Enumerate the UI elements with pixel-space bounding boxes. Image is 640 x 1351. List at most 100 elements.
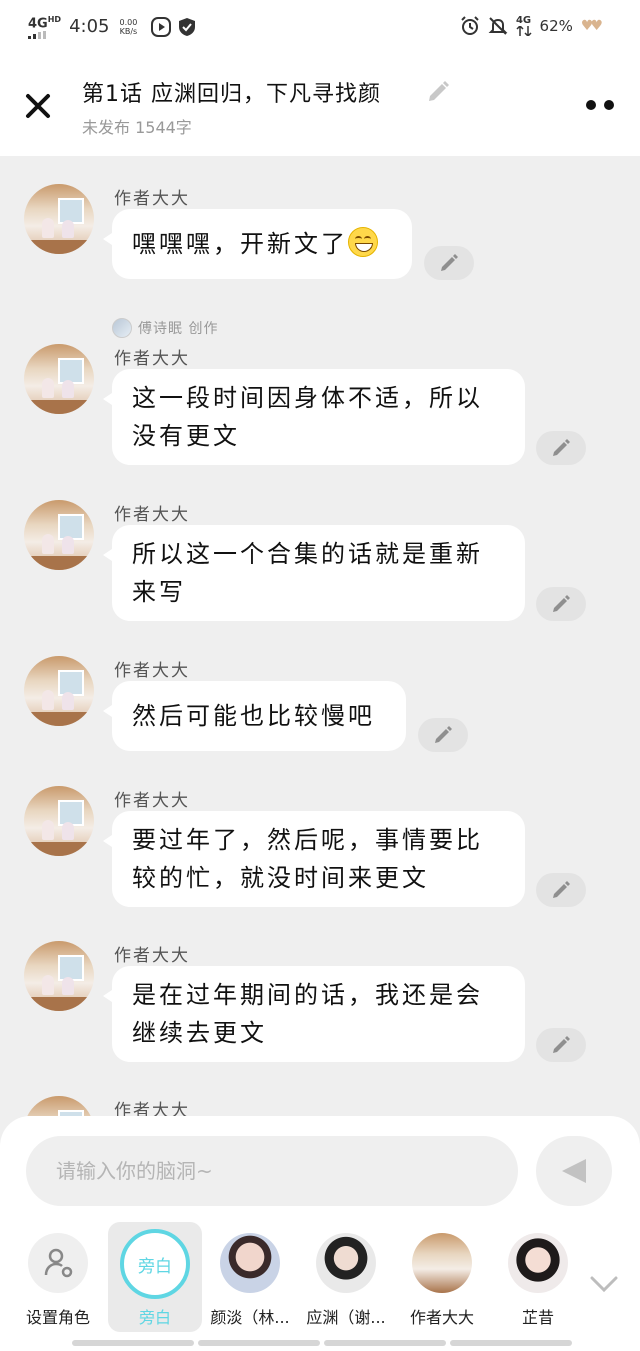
person-settings-icon — [28, 1233, 88, 1293]
pencil-icon — [441, 254, 458, 271]
pencil-icon — [553, 595, 570, 612]
role-set-character[interactable]: 设置角色 — [12, 1222, 104, 1332]
author-avatar[interactable] — [24, 184, 94, 254]
network-speed: 0.00 KB/s — [119, 18, 137, 36]
network-hd: HD — [47, 15, 62, 24]
pencil-icon[interactable] — [426, 80, 450, 104]
message-text: 是在过年期间的话，我还是会继续去更文 — [132, 981, 483, 1047]
header: 第1话 应渊回归，下凡寻找颜 未发布 1544字 — [0, 56, 640, 156]
author-avatar[interactable] — [24, 786, 94, 856]
chat-message: 作者大大 然后可能也比较慢吧 — [0, 656, 640, 756]
author-name: 作者大大 — [114, 661, 190, 681]
role-label: 作者大大 — [409, 1308, 474, 1327]
author-avatar[interactable] — [24, 941, 94, 1011]
edit-message-button[interactable] — [536, 431, 586, 465]
role-avatar — [412, 1233, 472, 1293]
network-type: 4G — [28, 16, 48, 32]
message-bubble[interactable]: 这一段时间因身体不适，所以没有更文 — [103, 369, 525, 465]
author-avatar[interactable] — [24, 500, 94, 570]
role-yandan[interactable]: 颜淡（林... — [204, 1222, 296, 1332]
message-bubble[interactable]: 要过年了，然后呢，事情要比较的忙，就没时间来更文 — [103, 811, 525, 907]
role-label: 旁白 — [138, 1308, 171, 1327]
role-avatar — [220, 1233, 280, 1293]
role-avatar — [508, 1233, 568, 1293]
word-count: 未发布 1544字 — [82, 118, 192, 137]
message-text: 嘿嘿嘿，开新文了 — [132, 230, 348, 258]
mute-bell-icon — [488, 17, 507, 35]
role-avatar — [316, 1233, 376, 1293]
message-text: 所以这一个合集的话就是重新来写 — [132, 540, 483, 606]
edit-message-button[interactable] — [424, 246, 474, 280]
more-icon[interactable] — [586, 100, 616, 112]
author-avatar[interactable] — [24, 344, 94, 414]
battery-percent: 62% — [539, 17, 573, 35]
author-name: 作者大大 — [114, 505, 190, 525]
narration-avatar: 旁白 — [120, 1229, 190, 1299]
role-scroll-indicator — [72, 1340, 572, 1346]
author-name: 作者大大 — [114, 349, 190, 369]
chevron-down-icon[interactable] — [590, 1274, 618, 1294]
message-bubble[interactable]: 嘿嘿嘿，开新文了 — [103, 209, 412, 279]
status-bar: 4GHD 4:05 0.00 KB/s 4G 62% ♥♥ — [0, 0, 640, 56]
author-avatar[interactable] — [24, 1096, 94, 1116]
narration-avatar-text: 旁白 — [138, 1256, 172, 1277]
message-text: 然后可能也比较慢吧 — [132, 702, 375, 730]
speed-value: 0.00 — [119, 17, 138, 27]
chat-message: 作者大大 所以这一个合集的话就是重新来写 — [0, 500, 640, 630]
role-label: 设置角色 — [25, 1308, 90, 1327]
grin-emoji — [348, 227, 378, 257]
composer-input[interactable] — [26, 1136, 518, 1206]
role-label: 应渊（谢... — [306, 1308, 386, 1327]
signal-icon: 4G — [516, 16, 532, 36]
author-name: 作者大大 — [114, 189, 190, 209]
role-selector: 设置角色 旁白 旁白 颜淡（林... 应渊（谢... 作者大大 芷昔 — [0, 1222, 640, 1332]
page-title[interactable]: 第1话 应渊回归，下凡寻找颜 — [82, 76, 381, 108]
speed-unit: KB/s — [119, 26, 138, 36]
role-author[interactable]: 作者大大 — [396, 1222, 488, 1332]
message-text: 这一段时间因身体不适，所以没有更文 — [132, 384, 483, 450]
author-name: 作者大大 — [114, 946, 190, 966]
chat-message: 作者大大 要过年了，然后呢，事情要比较的忙，就没时间来更文 — [0, 786, 640, 916]
author-name: 作者大大 — [114, 1101, 190, 1116]
message-bubble[interactable]: 所以这一个合集的话就是重新来写 — [103, 525, 525, 621]
chat-area[interactable]: 作者大大 嘿嘿嘿，开新文了 傅诗眠 创作 作者大大 这一段时间因身体不适，所以没… — [0, 156, 640, 1116]
alarm-icon — [460, 16, 479, 35]
chat-message: 作者大大 嘿嘿嘿，开新文了 傅诗眠 创作 — [0, 184, 640, 338]
edit-message-button[interactable] — [536, 1028, 586, 1062]
message-bubble[interactable]: 是在过年期间的话，我还是会继续去更文 — [103, 966, 525, 1062]
author-avatar[interactable] — [24, 656, 94, 726]
author-name: 作者大大 — [114, 791, 190, 811]
creator-credit: 傅诗眠 创作 — [112, 318, 218, 338]
composer-input-wrapper[interactable] — [26, 1136, 518, 1206]
composer-panel: 设置角色 旁白 旁白 颜淡（林... 应渊（谢... 作者大大 芷昔 — [0, 1116, 640, 1351]
send-icon — [562, 1159, 586, 1183]
message-bubble[interactable]: 然后可能也比较慢吧 — [103, 681, 406, 751]
clock: 4:05 — [69, 16, 110, 38]
close-icon[interactable] — [22, 90, 54, 122]
creator-text: 傅诗眠 创作 — [138, 321, 219, 337]
network-type-right: 4G — [515, 15, 532, 26]
pencil-icon — [553, 439, 570, 456]
network-indicator: 4GHD — [28, 14, 62, 40]
hearts-icon: ♥♥ — [580, 18, 603, 34]
pencil-icon — [553, 881, 570, 898]
signal-bars-icon — [28, 31, 61, 40]
chat-message: 作者大大 — [0, 1096, 640, 1116]
role-yingyuan[interactable]: 应渊（谢... — [300, 1222, 392, 1332]
role-narration[interactable]: 旁白 旁白 — [108, 1222, 202, 1332]
role-label: 芷昔 — [521, 1308, 554, 1327]
creator-avatar — [112, 318, 132, 338]
edit-message-button[interactable] — [536, 587, 586, 621]
send-button[interactable] — [536, 1136, 612, 1206]
play-icon — [151, 16, 172, 37]
shield-icon — [179, 17, 196, 36]
message-text: 要过年了，然后呢，事情要比较的忙，就没时间来更文 — [132, 826, 483, 892]
edit-message-button[interactable] — [536, 873, 586, 907]
pencil-icon — [553, 1036, 570, 1053]
chat-message: 作者大大 是在过年期间的话，我还是会继续去更文 — [0, 941, 640, 1071]
edit-message-button[interactable] — [418, 718, 468, 752]
role-zhixi[interactable]: 芷昔 — [492, 1222, 584, 1332]
role-label: 颜淡（林... — [210, 1308, 290, 1327]
chat-message: 作者大大 这一段时间因身体不适，所以没有更文 — [0, 344, 640, 474]
pencil-icon — [435, 726, 452, 743]
